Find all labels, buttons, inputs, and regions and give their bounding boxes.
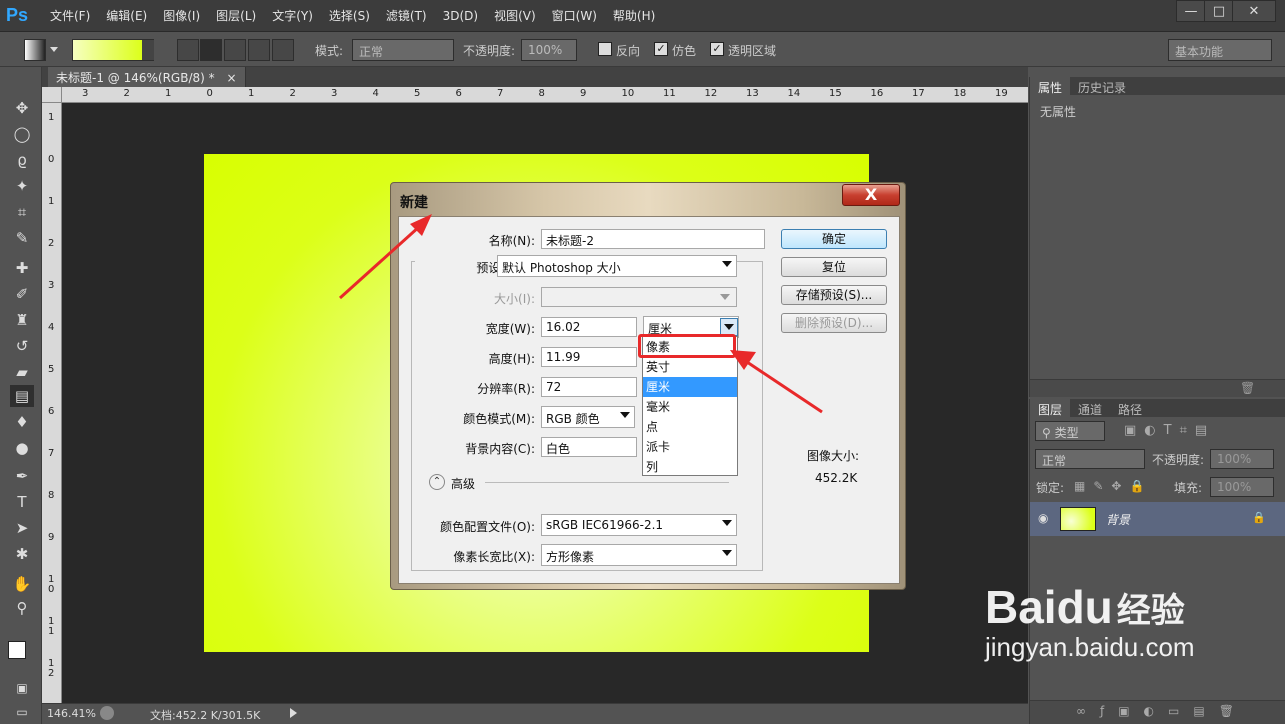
watermark-brand-cn: 经验 <box>1116 590 1185 631</box>
watermark-brand: Baidu <box>985 581 1113 633</box>
watermark-url: jingyan.baidu.com <box>985 632 1195 662</box>
arrow-to-dialog-title <box>338 214 432 300</box>
baidu-jingyan-watermark: Baidu 经验 jingyan.baidu.com <box>985 580 1195 663</box>
arrow-to-pixel-option <box>730 350 823 414</box>
